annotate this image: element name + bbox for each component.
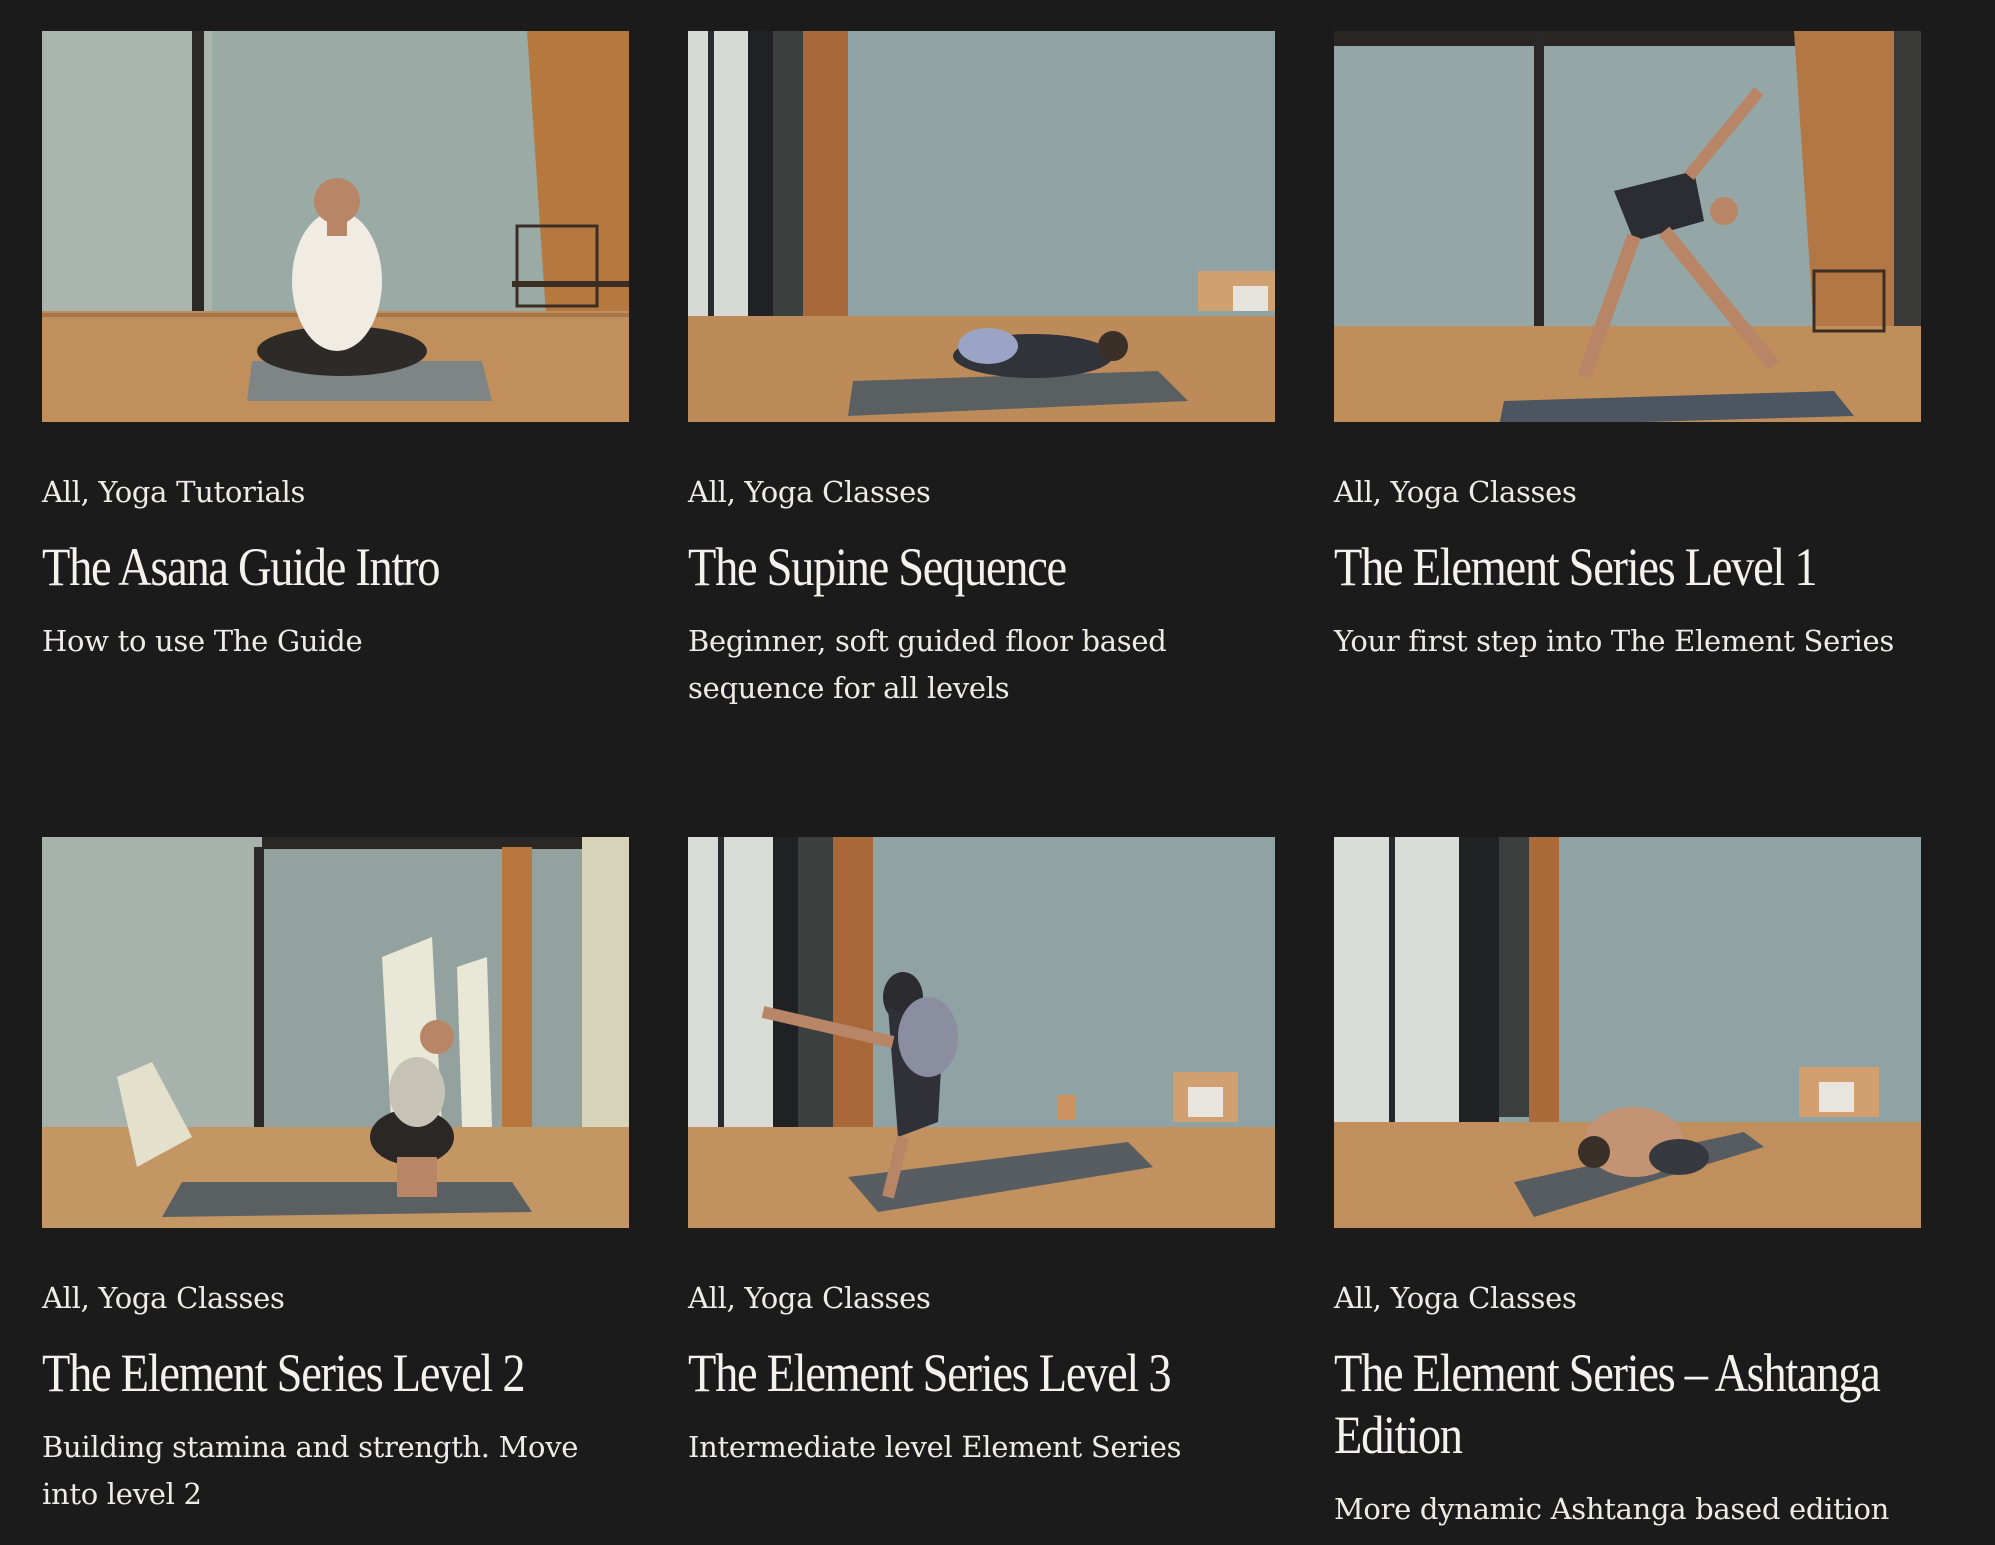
video-thumbnail[interactable] (688, 837, 1275, 1228)
triangle-pose-thumbnail-image (1334, 31, 1921, 422)
video-thumbnail[interactable] (42, 31, 629, 422)
class-card-element-series-level-2[interactable]: All, Yoga Classes The Element Series Lev… (42, 837, 629, 1537)
card-description: More dynamic Ashtanga based edition (1334, 1492, 1889, 1526)
class-card-asana-guide-intro[interactable]: All, Yoga Tutorials The Asana Guide Intr… (42, 31, 629, 837)
video-thumbnail[interactable] (1334, 837, 1921, 1228)
card-title[interactable]: The Element Series Level 1 (1334, 536, 1919, 598)
card-description: Beginner, soft guided floor based sequen… (688, 624, 1167, 705)
card-title[interactable]: The Element Series Level 2 (42, 1342, 627, 1404)
card-title[interactable]: The Asana Guide Intro (42, 536, 627, 598)
class-card-element-series-level-1[interactable]: All, Yoga Classes The Element Series Lev… (1334, 31, 1921, 837)
card-categories: All, Yoga Classes (42, 1281, 285, 1315)
video-thumbnail[interactable] (42, 837, 629, 1228)
class-card-element-series-ashtanga-edition[interactable]: All, Yoga Classes The Element Series – A… (1334, 837, 1921, 1537)
card-categories: All, Yoga Tutorials (42, 475, 306, 509)
card-categories: All, Yoga Classes (688, 475, 931, 509)
class-grid: All, Yoga Tutorials The Asana Guide Intr… (42, 31, 1921, 1537)
card-categories: All, Yoga Classes (1334, 475, 1577, 509)
class-card-element-series-level-3[interactable]: All, Yoga Classes The Element Series Lev… (688, 837, 1275, 1537)
forward-fold-thumbnail-image (688, 837, 1275, 1228)
seated-meditation-thumbnail-image (42, 31, 629, 422)
video-thumbnail[interactable] (688, 31, 1275, 422)
card-description: Intermediate level Element Series (688, 1430, 1182, 1464)
video-thumbnail[interactable] (1334, 31, 1921, 422)
card-description: Building stamina and strength. Move into… (42, 1430, 579, 1511)
card-description: Your first step into The Element Series (1334, 624, 1894, 658)
squat-pose-thumbnail-image (42, 837, 629, 1228)
card-title[interactable]: The Element Series Level 3 (688, 1342, 1273, 1404)
card-title[interactable]: The Element Series – Ashtanga Edition (1334, 1342, 1919, 1466)
class-card-supine-sequence[interactable]: All, Yoga Classes The Supine Sequence Be… (688, 31, 1275, 837)
card-categories: All, Yoga Classes (1334, 1281, 1577, 1315)
seated-fold-thumbnail-image (1334, 837, 1921, 1228)
card-description: How to use The Guide (42, 624, 363, 658)
card-categories: All, Yoga Classes (688, 1281, 931, 1315)
card-title[interactable]: The Supine Sequence (688, 536, 1273, 598)
floor-twist-thumbnail-image (688, 31, 1275, 422)
